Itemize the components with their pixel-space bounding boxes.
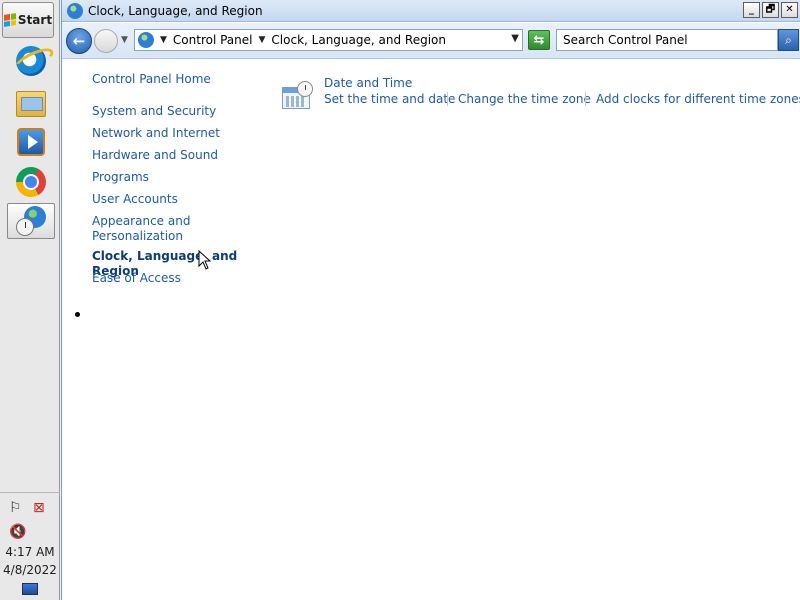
system-tray: ⚐ ⊠ 🔇 4:17 AM 4/8/2022 bbox=[0, 492, 60, 600]
nav-hardware-and-sound[interactable]: Hardware and Sound bbox=[92, 148, 218, 163]
taskbar-media-player[interactable] bbox=[7, 124, 55, 160]
media-player-icon bbox=[17, 128, 45, 156]
breadcrumb-arrow-icon[interactable]: ▼ bbox=[259, 35, 266, 45]
task-separator bbox=[447, 92, 448, 106]
task-set-time-and-date[interactable]: Set the time and date bbox=[324, 92, 455, 106]
search-button[interactable]: ⌕ bbox=[778, 29, 799, 51]
control-panel-clock-globe-icon bbox=[16, 206, 46, 236]
mouse-cursor-icon bbox=[198, 250, 212, 270]
nav-system-and-security[interactable]: System and Security bbox=[92, 104, 216, 119]
nav-appearance-line2[interactable]: Personalization bbox=[92, 229, 183, 244]
search-input[interactable]: Search Control Panel bbox=[556, 29, 778, 51]
control-panel-window: Clock, Language, and Region _ 🗗 ✕ ← ▼ ▼ … bbox=[61, 0, 800, 600]
window-title: Clock, Language, and Region bbox=[88, 3, 263, 18]
taskbar-chrome[interactable] bbox=[7, 164, 55, 200]
task-change-time-zone[interactable]: Change the time zone bbox=[458, 92, 591, 106]
start-button[interactable]: Start bbox=[2, 2, 54, 38]
tray-clock-time[interactable]: 4:17 AM bbox=[0, 545, 60, 559]
left-navigation-pane: Control Panel Home System and Security N… bbox=[62, 60, 262, 600]
title-bar[interactable]: Clock, Language, and Region _ 🗗 ✕ bbox=[62, 0, 800, 22]
nav-ease-of-access[interactable]: Ease of Access bbox=[92, 271, 181, 286]
volume-muted-icon[interactable]: 🔇 bbox=[9, 525, 26, 539]
action-center-flag-icon[interactable]: ⚐ bbox=[9, 501, 22, 515]
nav-programs[interactable]: Programs bbox=[92, 170, 149, 185]
tray-clock-date[interactable]: 4/8/2022 bbox=[0, 563, 60, 577]
nav-network-and-internet[interactable]: Network and Internet bbox=[92, 126, 220, 141]
forward-button[interactable] bbox=[94, 29, 118, 53]
taskbar-control-panel[interactable] bbox=[7, 203, 55, 239]
recent-pages-dropdown-icon[interactable]: ▼ bbox=[121, 35, 128, 45]
control-panel-icon bbox=[138, 32, 154, 48]
windows-logo-icon bbox=[3, 13, 16, 27]
nav-appearance-line1[interactable]: Appearance and bbox=[92, 214, 190, 229]
refresh-icon: ⇆ bbox=[533, 32, 545, 48]
breadcrumb-control-panel[interactable]: Control Panel bbox=[173, 33, 253, 47]
breadcrumb-current[interactable]: Clock, Language, and Region bbox=[271, 33, 446, 47]
network-disconnected-icon[interactable]: ⊠ bbox=[33, 501, 45, 515]
date-time-icon[interactable] bbox=[282, 81, 313, 110]
address-dropdown-icon[interactable]: ▼ bbox=[511, 33, 519, 44]
maximize-button[interactable]: 🗗 bbox=[762, 2, 779, 18]
minimize-button[interactable]: _ bbox=[743, 2, 760, 18]
folder-icon bbox=[16, 91, 46, 117]
taskbar-file-explorer[interactable] bbox=[7, 86, 55, 122]
back-button[interactable]: ← bbox=[66, 28, 92, 54]
refresh-button[interactable]: ⇆ bbox=[528, 30, 550, 50]
category-date-and-time[interactable]: Date and Time bbox=[324, 76, 412, 90]
show-desktop-icon[interactable] bbox=[22, 583, 38, 595]
breadcrumb-arrow-icon[interactable]: ▼ bbox=[160, 35, 167, 45]
nav-control-panel-home[interactable]: Control Panel Home bbox=[92, 72, 211, 87]
address-bar[interactable]: ▼ Control Panel ▼ Clock, Language, and R… bbox=[134, 29, 523, 51]
search-icon: ⌕ bbox=[785, 32, 792, 47]
back-arrow-icon: ← bbox=[72, 32, 86, 50]
internet-explorer-icon bbox=[16, 46, 46, 76]
navigation-bar: ← ▼ ▼ Control Panel ▼ Clock, Language, a… bbox=[62, 23, 800, 59]
control-panel-icon bbox=[67, 2, 83, 19]
nav-user-accounts[interactable]: User Accounts bbox=[92, 192, 178, 207]
close-button[interactable]: ✕ bbox=[781, 2, 798, 18]
start-label: Start bbox=[17, 13, 53, 27]
task-add-clocks[interactable]: Add clocks for different time zones bbox=[596, 92, 800, 106]
task-separator bbox=[585, 92, 586, 106]
current-item-bullet bbox=[75, 312, 80, 317]
chrome-icon bbox=[16, 167, 46, 197]
taskbar: Start ⚐ ⊠ 🔇 4:17 AM 4/8/2022 bbox=[0, 0, 60, 600]
taskbar-internet-explorer[interactable] bbox=[7, 43, 55, 79]
